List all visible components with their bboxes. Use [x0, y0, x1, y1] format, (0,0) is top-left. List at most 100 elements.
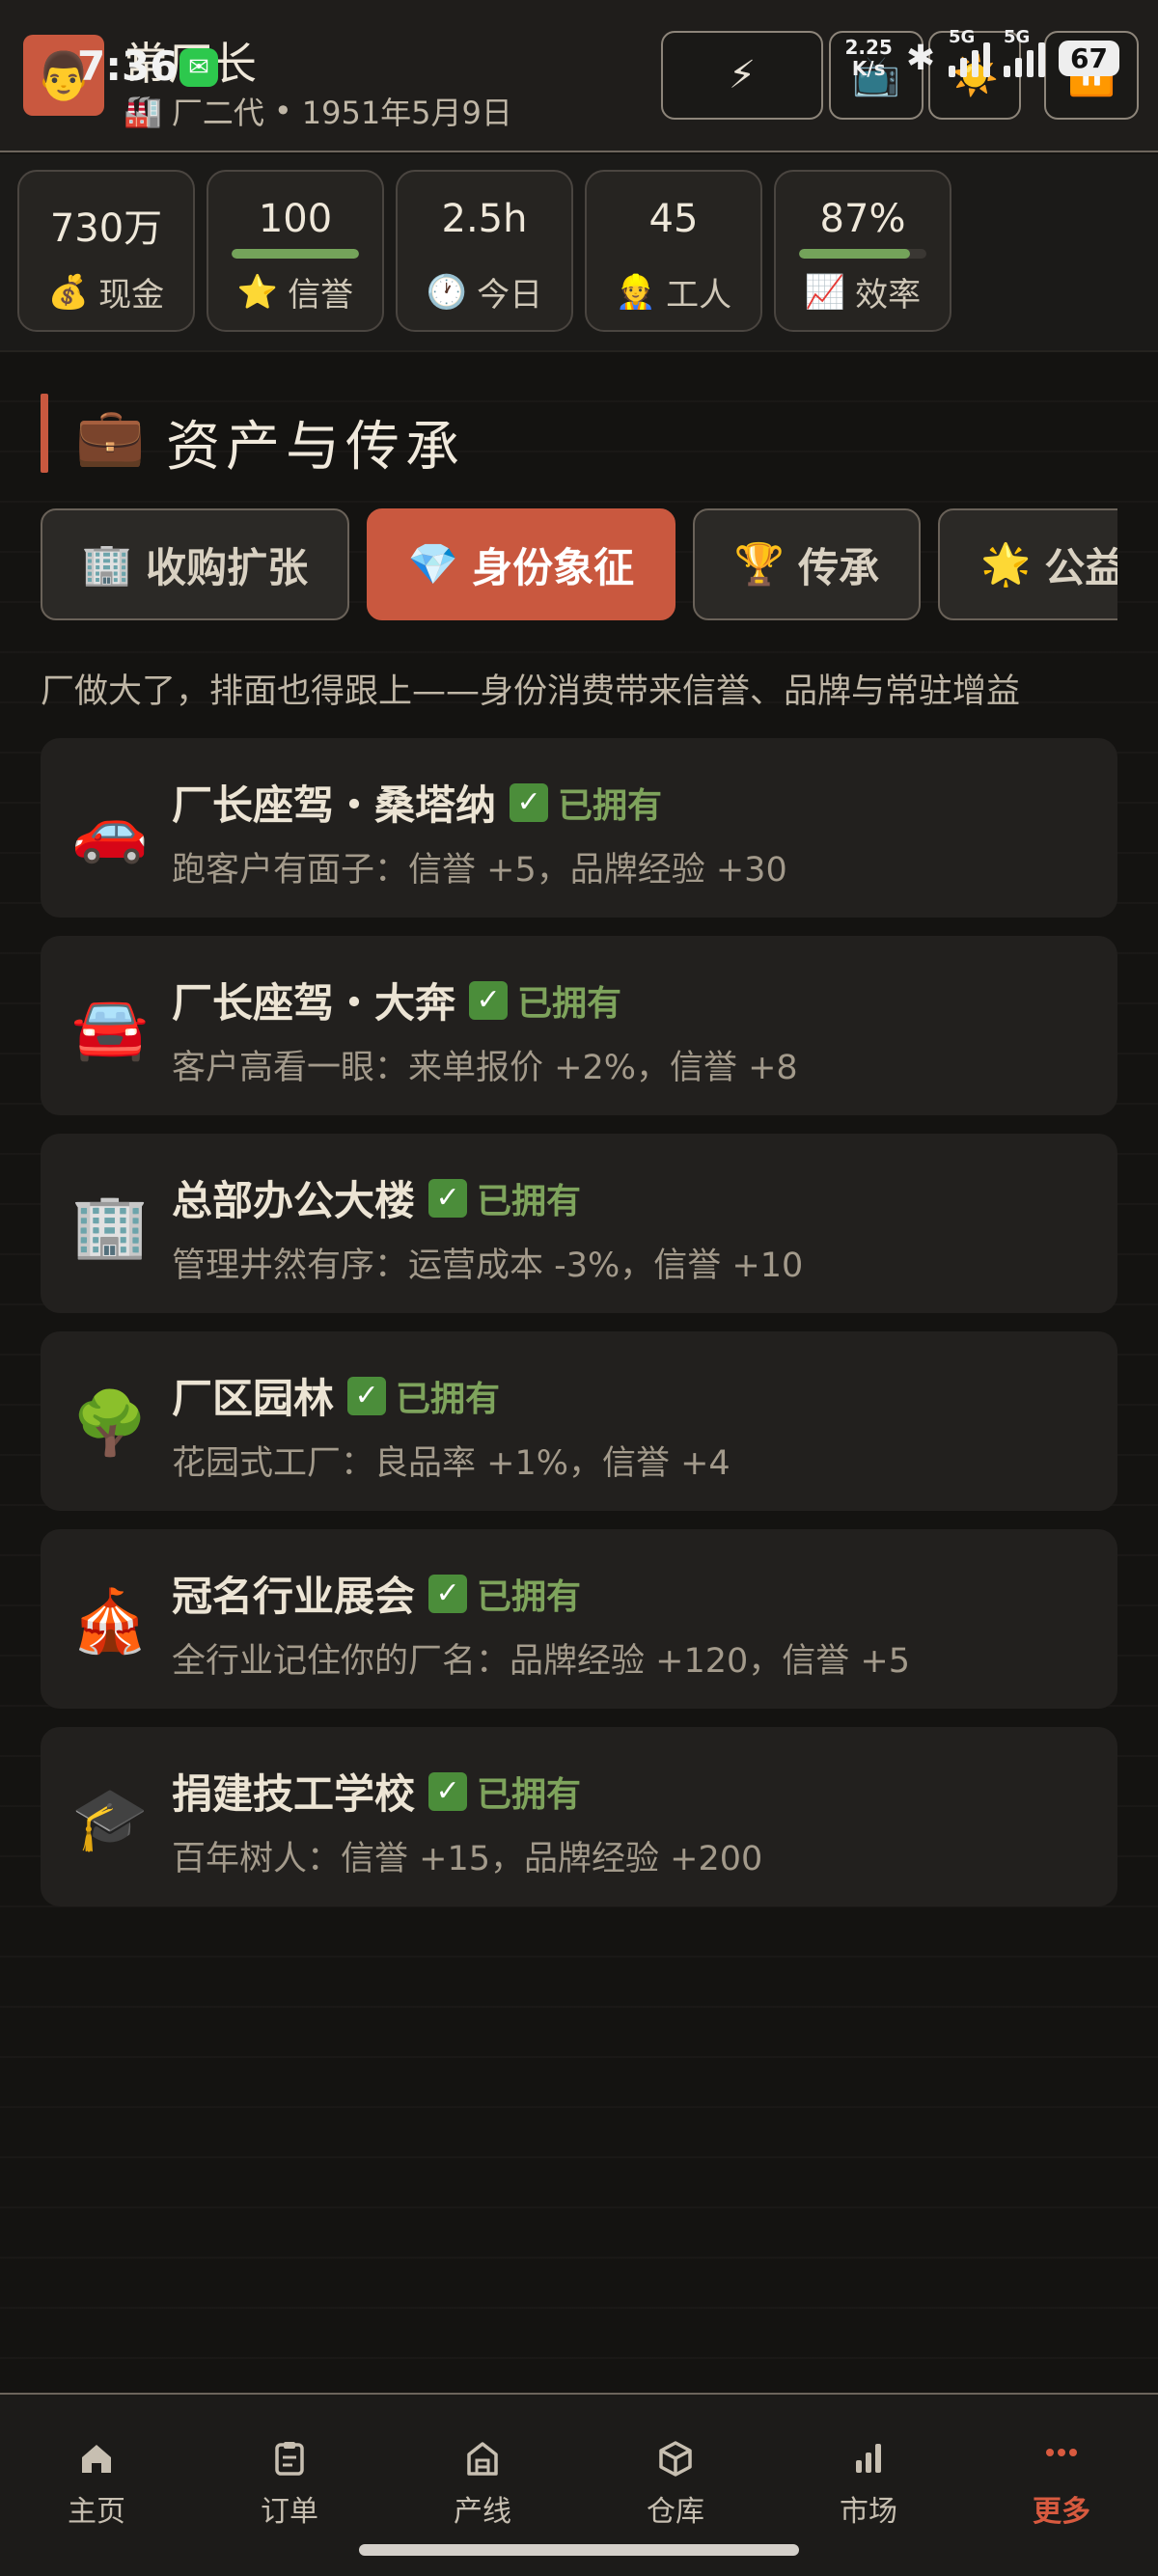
stat-label: 今日 [477, 276, 543, 315]
tab-acquisition[interactable]: 🏢 收购扩张 [41, 508, 349, 620]
tab-label: 身份象征 [472, 543, 635, 591]
sun-icon: ☀️ [951, 53, 999, 98]
more-dots-icon [965, 2431, 1158, 2485]
tab-inheritance[interactable]: 🏆 传承 [693, 508, 921, 620]
avatar-face-icon: 👨 [35, 48, 93, 103]
clipboard-icon [193, 2431, 386, 2485]
lightning-icon: ⚡ [728, 53, 757, 97]
nav-label: 仓库 [647, 2495, 704, 2529]
item-status: 已拥有 [477, 1576, 582, 1617]
list-item[interactable]: 🚗 厂长座驾・桑塔纳 ✓ 已拥有 跑客户有面子：信誉 +5，品牌经验 +30 [41, 738, 1117, 918]
home-indicator[interactable] [359, 2544, 799, 2556]
stat-card-efficiency[interactable]: 87% 📈 效率 [774, 170, 951, 332]
item-effect: 全行业记住你的厂名：品牌经验 +120，信誉 +5 [172, 1642, 910, 1681]
list-item[interactable]: 🌳 厂区园林 ✓ 已拥有 花园式工厂：良品率 +1%，信誉 +4 [41, 1331, 1117, 1511]
stat-label: 现金 [98, 276, 165, 315]
nav-warehouse[interactable]: 仓库 [579, 2431, 772, 2530]
item-effect: 客户高看一眼：来单报价 +2%，信誉 +8 [172, 1049, 798, 1087]
stats-row: 730万 💰 现金 100 ⭐ 信誉 2.5h 🕐 今日 45 👷 工人 87% 📈 效率 [0, 154, 1158, 352]
item-effect: 花园式工厂：良品率 +1%，信誉 +4 [172, 1444, 731, 1483]
stat-value: 730万 [49, 206, 163, 251]
item-title: 厂区园林 [172, 1375, 335, 1422]
glowing-star-icon: 🌟 [980, 540, 1032, 588]
nav-label: 市场 [840, 2495, 897, 2529]
tab-label: 收购扩张 [146, 543, 309, 591]
nav-market[interactable]: 市场 [772, 2431, 965, 2530]
gem-icon: 💎 [407, 540, 459, 588]
pause-button[interactable]: ⏸️ [1044, 31, 1139, 120]
factory-icon: 🏭 [124, 93, 162, 129]
check-icon: ✓ [347, 1376, 387, 1415]
tab-status-symbols[interactable]: 💎 身份象征 [367, 508, 676, 620]
stat-value: 2.5h [441, 197, 528, 241]
weather-button[interactable]: ☀️ [928, 31, 1021, 120]
stat-card-workers[interactable]: 45 👷 工人 [585, 170, 762, 332]
stat-value: 45 [648, 197, 699, 241]
list-item[interactable]: 🎪 冠名行业展会 ✓ 已拥有 全行业记住你的厂名：品牌经验 +120，信誉 +5 [41, 1529, 1117, 1709]
money-bag-icon: 💰 [47, 272, 90, 312]
player-subtitle: 🏭 厂二代 • 1951年5月9日 [124, 89, 512, 133]
reputation-bar-fill [232, 249, 359, 259]
item-effect: 百年树人：信誉 +15，品牌经验 +200 [172, 1840, 763, 1878]
game-date: 1951年5月9日 [301, 95, 512, 131]
nav-more[interactable]: 更多 [965, 2431, 1158, 2530]
stat-card-reputation[interactable]: 100 ⭐ 信誉 [207, 170, 384, 332]
efficiency-bar [799, 249, 926, 259]
avatar[interactable]: 👨 [23, 35, 104, 116]
nav-production[interactable]: 产线 [386, 2431, 579, 2530]
check-icon: ✓ [428, 1178, 468, 1218]
item-status: 已拥有 [396, 1379, 501, 1419]
subtitle-separator: • [273, 93, 292, 129]
item-title: 总部办公大楼 [172, 1177, 416, 1224]
item-title: 冠名行业展会 [172, 1573, 416, 1620]
nav-label: 产线 [454, 2495, 511, 2529]
item-status: 已拥有 [477, 1181, 582, 1221]
office-building-icon: 🏢 [81, 540, 133, 588]
stat-value: 100 [258, 197, 333, 241]
circus-tent-icon: 🎪 [71, 1586, 149, 1658]
section-description: 厂做大了，排面也得跟上——身份消费带来信誉、品牌与常驻增益 [41, 672, 1021, 711]
stat-value: 87% [819, 197, 906, 241]
stat-card-cash[interactable]: 730万 💰 现金 [17, 170, 195, 332]
check-icon: ✓ [510, 782, 549, 822]
list-item[interactable]: 🏢 总部办公大楼 ✓ 已拥有 管理井然有序：运营成本 -3%，信誉 +10 [41, 1134, 1117, 1313]
item-status: 已拥有 [517, 983, 622, 1024]
category-tabs: 🏢 收购扩张 💎 身份象征 🏆 传承 🌟 公益 [41, 508, 1117, 622]
check-icon: ✓ [469, 980, 509, 1020]
player-role: 厂二代 [171, 95, 264, 131]
section-title: 资产与传承 [166, 416, 465, 479]
item-title: 捐建技工学校 [172, 1770, 416, 1818]
star-icon: ⭐ [236, 272, 279, 312]
tab-label: 公益 [1044, 543, 1117, 591]
briefcase-icon: 💼 [75, 403, 146, 469]
tv-icon: 📺 [852, 53, 900, 98]
tv-button[interactable]: 📺 [829, 31, 924, 120]
car-front-icon: 🚘 [71, 993, 149, 1064]
bar-chart-icon [772, 2431, 965, 2485]
item-effect: 管理井然有序：运营成本 -3%，信誉 +10 [172, 1247, 804, 1285]
item-status: 已拥有 [477, 1774, 582, 1815]
player-name: 常厂长 [124, 38, 257, 90]
nav-label: 主页 [68, 2495, 125, 2529]
reputation-bar [232, 249, 359, 259]
section-accent-bar [41, 394, 48, 473]
check-icon: ✓ [428, 1574, 468, 1613]
stat-label: 效率 [855, 276, 922, 315]
list-item[interactable]: 🎓 捐建技工学校 ✓ 已拥有 百年树人：信誉 +15，品牌经验 +200 [41, 1727, 1117, 1906]
home-icon [0, 2431, 193, 2485]
item-status: 已拥有 [558, 785, 663, 826]
speed-button[interactable]: ⚡ [661, 31, 823, 120]
list-item[interactable]: 🚘 厂长座驾・大奔 ✓ 已拥有 客户高看一眼：来单报价 +2%，信誉 +8 [41, 936, 1117, 1115]
stat-label: 工人 [666, 276, 732, 315]
stat-label: 信誉 [288, 276, 354, 315]
nav-home[interactable]: 主页 [0, 2431, 193, 2530]
chart-up-icon: 📈 [804, 272, 846, 312]
item-title: 厂长座驾・大奔 [172, 979, 456, 1027]
check-icon: ✓ [428, 1771, 468, 1811]
trophy-icon: 🏆 [733, 540, 786, 588]
tab-charity[interactable]: 🌟 公益 [938, 508, 1117, 620]
stat-card-today[interactable]: 2.5h 🕐 今日 [396, 170, 573, 332]
pause-icon: ⏸️ [1067, 53, 1116, 98]
item-title: 厂长座驾・桑塔纳 [172, 781, 497, 829]
nav-orders[interactable]: 订单 [193, 2431, 386, 2530]
